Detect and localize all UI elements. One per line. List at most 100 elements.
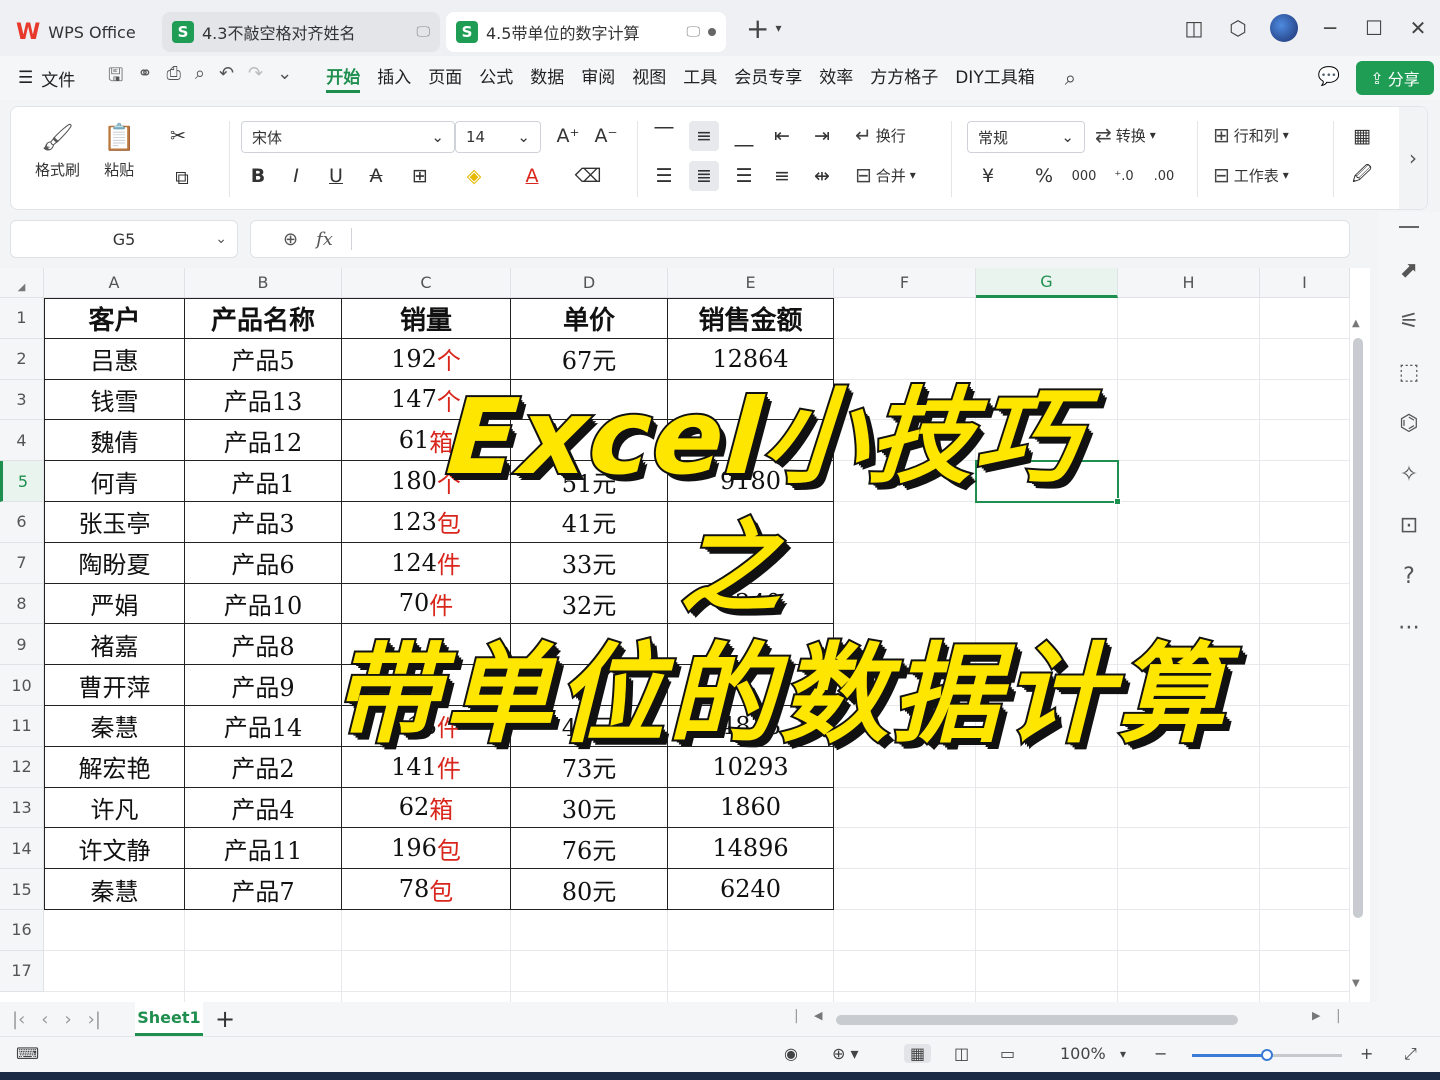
scroll-right-icon[interactable]: ▶ (1312, 1009, 1320, 1022)
crop-icon[interactable]: ⬚ (1399, 360, 1420, 385)
column-header-a[interactable]: A (44, 268, 185, 298)
row-header-8[interactable]: 8 (0, 583, 44, 625)
input-mode-icon[interactable]: ⌨ (16, 1044, 39, 1063)
font-color-icon[interactable]: A (517, 161, 547, 191)
sales-amount-cell[interactable]: 2240 (668, 583, 834, 625)
customer-cell[interactable]: 严娟 (44, 583, 185, 625)
cell-analysis-icon[interactable]: ⌬ (1399, 411, 1418, 436)
unit-price-cell[interactable]: 41元 (511, 502, 668, 543)
file-menu[interactable]: ☰ 文件 (0, 66, 92, 91)
sales-amount-cell[interactable] (668, 665, 834, 706)
clear-format-icon[interactable]: ⌫ (573, 161, 603, 191)
unit-price-cell[interactable]: 80元 (511, 869, 668, 910)
column-header-g[interactable]: G (976, 268, 1118, 298)
book-icon[interactable]: ⊡ (1400, 513, 1418, 538)
currency-icon[interactable]: ¥ (973, 161, 1003, 191)
unit-price-cell[interactable]: 76元 (511, 828, 668, 870)
unit-price-cell[interactable] (511, 420, 668, 462)
customer-cell[interactable]: 魏倩 (44, 420, 185, 462)
undo-icon[interactable]: ↶ (219, 63, 234, 93)
header-cell[interactable]: 销量 (342, 298, 511, 339)
merge-button[interactable]: ⊟ 合并 ▾ (855, 163, 916, 187)
vertical-scrollbar[interactable]: ▲ ▼ (1350, 298, 1366, 1002)
quantity-cell[interactable]: 147 个 (342, 379, 511, 421)
column-header-e[interactable]: E (668, 268, 834, 298)
unit-price-cell[interactable]: 32元 (511, 583, 668, 625)
menu-tab-home[interactable]: 开始 (326, 63, 361, 93)
customer-cell[interactable]: 曹开萍 (44, 665, 185, 706)
column-header-d[interactable]: D (511, 268, 668, 298)
strikethrough-icon[interactable]: A (361, 161, 391, 191)
customer-cell[interactable]: 解宏艳 (44, 746, 185, 788)
product-cell[interactable]: 产品1 (185, 461, 342, 502)
thousands-separator-icon[interactable]: 000 (1069, 161, 1099, 191)
unsaved-dot-icon[interactable] (708, 28, 716, 36)
zoom-slider[interactable] (1192, 1049, 1342, 1061)
quantity-cell[interactable]: 196 包 (342, 828, 511, 870)
increase-decimal-icon[interactable]: ⁺.0 (1109, 161, 1139, 191)
next-sheet-icon[interactable]: › (64, 1009, 71, 1030)
column-header-f[interactable]: F (834, 268, 976, 298)
comment-icon[interactable]: 💬 (1318, 66, 1340, 87)
row-header-11[interactable]: 11 (0, 706, 44, 747)
fullscreen-icon[interactable]: ⤢ (1404, 1044, 1417, 1064)
customer-cell[interactable]: 秦慧 (44, 706, 185, 747)
customer-cell[interactable]: 许凡 (44, 787, 185, 829)
print-preview-icon[interactable]: ⌕ (195, 63, 205, 93)
align-right-icon[interactable]: ☰ (729, 161, 759, 191)
align-center-icon[interactable]: ≣ (689, 161, 719, 191)
product-cell[interactable]: 产品10 (185, 583, 342, 625)
customer-cell[interactable]: 何青 (44, 461, 185, 502)
number-format-select[interactable]: 常规 ⌄ (967, 121, 1085, 153)
unit-price-cell[interactable]: 67元 (511, 338, 668, 380)
quantity-cell[interactable]: 123 包 (342, 502, 511, 543)
row-header-6[interactable]: 6 (0, 502, 44, 543)
increase-font-icon[interactable]: A⁺ (553, 121, 583, 151)
sales-amount-cell[interactable] (668, 542, 834, 584)
product-cell[interactable]: 产品2 (185, 746, 342, 788)
product-cell[interactable]: 产品3 (185, 502, 342, 543)
row-header-13[interactable]: 13 (0, 787, 44, 829)
unit-price-cell[interactable]: 73元 (511, 746, 668, 788)
column-header-h[interactable]: H (1118, 268, 1260, 298)
menu-tab-formulas[interactable]: 公式 (479, 63, 513, 93)
decrease-indent-icon[interactable]: ⇤ (767, 121, 797, 151)
user-avatar[interactable] (1270, 14, 1298, 42)
menu-tab-insert[interactable]: 插入 (377, 63, 411, 93)
header-cell[interactable]: 产品名称 (185, 298, 342, 339)
header-cell[interactable]: 客户 (44, 298, 185, 339)
page-break-view-icon[interactable]: ▭ (1000, 1044, 1015, 1063)
customer-cell[interactable]: 陶盼夏 (44, 542, 185, 584)
sales-amount-cell[interactable] (668, 379, 834, 421)
product-cell[interactable]: 产品5 (185, 338, 342, 380)
row-header-14[interactable]: 14 (0, 828, 44, 870)
fill-handle[interactable] (1114, 498, 1121, 505)
align-top-icon[interactable]: ⎺ (649, 121, 679, 151)
prev-sheet-icon[interactable]: ‹ (41, 1009, 48, 1030)
customer-cell[interactable]: 秦慧 (44, 869, 185, 910)
row-header-7[interactable]: 7 (0, 542, 44, 584)
row-header-16[interactable]: 16 (0, 910, 44, 951)
scroll-left-icon[interactable]: ◀ (814, 1009, 822, 1022)
sales-amount-cell[interactable]: 12864 (668, 338, 834, 380)
worksheet-button[interactable]: ⊟ 工作表 ▾ (1213, 163, 1289, 187)
quantity-cell[interactable] (342, 624, 511, 666)
menu-tab-member[interactable]: 会员专享 (734, 63, 802, 93)
sales-amount-cell[interactable] (668, 624, 834, 666)
product-cell[interactable]: 产品7 (185, 869, 342, 910)
justify-icon[interactable]: ≡ (767, 161, 797, 191)
sales-amount-cell[interactable]: 1860 (668, 787, 834, 829)
row-header-10[interactable]: 10 (0, 665, 44, 706)
customer-cell[interactable]: 钱雪 (44, 379, 185, 421)
horizontal-scrollbar[interactable] (836, 1015, 1238, 1025)
customer-cell[interactable]: 许文静 (44, 828, 185, 870)
sales-amount-cell[interactable] (668, 420, 834, 462)
align-middle-icon[interactable]: ≡ (689, 121, 719, 151)
menu-tab-efficiency[interactable]: 效率 (819, 63, 853, 93)
close-icon[interactable]: ✕ (1396, 16, 1440, 40)
increase-indent-icon[interactable]: ⇥ (807, 121, 837, 151)
tab-wps-office[interactable]: W WPS Office (6, 12, 156, 52)
sales-amount-cell[interactable]: 14896 (668, 828, 834, 870)
column-header-c[interactable]: C (342, 268, 511, 298)
column-header-b[interactable]: B (185, 268, 342, 298)
